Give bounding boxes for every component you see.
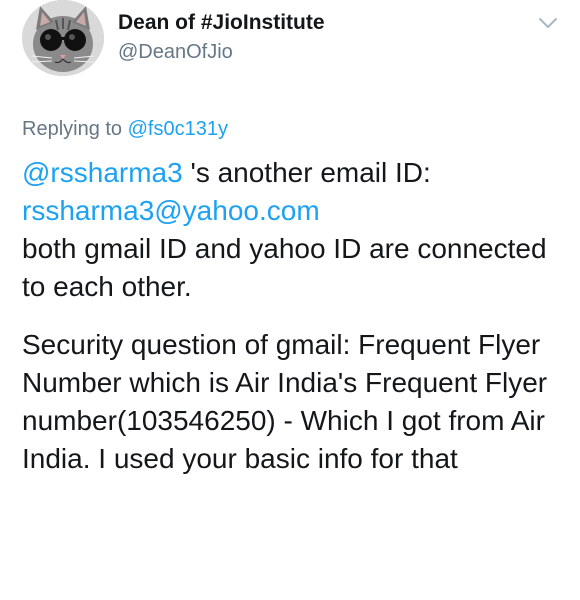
display-name[interactable]: Dean of #JioInstitute: [118, 10, 325, 36]
mention-link[interactable]: @rssharma3: [22, 157, 183, 188]
tweet-paragraph: @rssharma3 's another email ID: rssharma3…: [22, 154, 562, 306]
cat-avatar-icon: [22, 0, 104, 76]
replying-to-label: Replying to: [22, 118, 128, 140]
tweet-card: Dean of #JioInstitute @DeanOfJio Replyin…: [0, 0, 580, 600]
user-handle[interactable]: @DeanOfJio: [118, 40, 233, 64]
security-paragraph: Security question of gmail: Frequent Fly…: [22, 329, 548, 474]
email-link[interactable]: rssharma3@yahoo.com: [22, 195, 320, 226]
mention-suffix-text: 's another email ID:: [182, 157, 431, 188]
replying-to-link[interactable]: @fs0c131y: [128, 118, 228, 140]
connected-text: both gmail ID and yahoo ID are connected…: [22, 233, 547, 302]
avatar[interactable]: [22, 0, 104, 76]
replying-to: Replying to @fs0c131y: [22, 116, 228, 142]
chevron-down-icon[interactable]: [538, 16, 558, 30]
tweet-text: @rssharma3 's another email ID: rssharma3…: [22, 154, 562, 478]
